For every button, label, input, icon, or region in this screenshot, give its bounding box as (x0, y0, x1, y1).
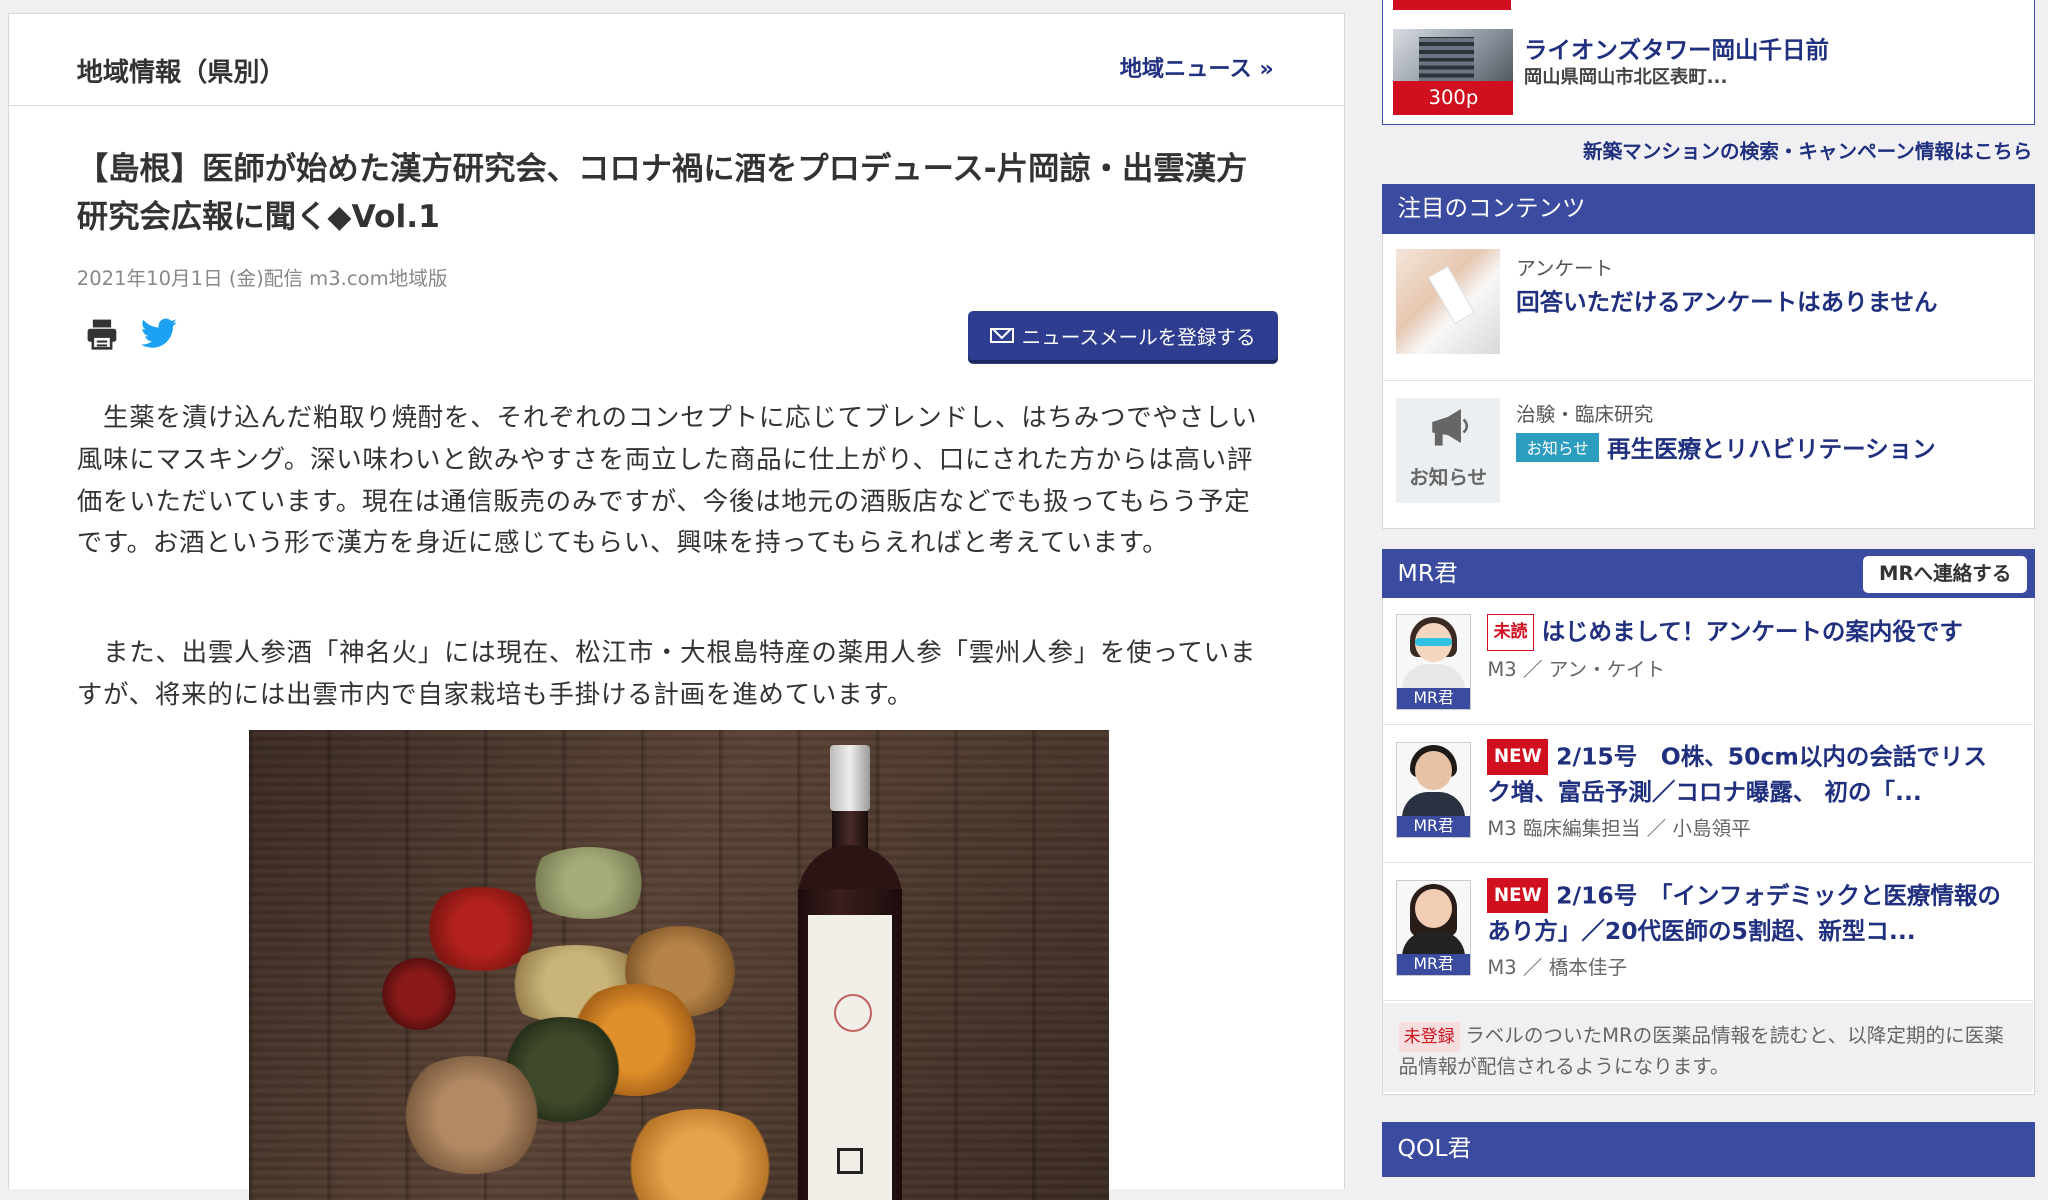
sake-bottle (797, 745, 903, 1200)
featured-header: 注目のコンテンツ (1381, 184, 2035, 234)
section-header: 地域情報（県別） 地域ニュース » (8, 14, 1345, 107)
article-panel: 地域情報（県別） 地域ニュース » 【島根】医師が始めた漢方研究会、コロナ禍に酒… (7, 13, 1346, 1200)
mr-heading: MR君 (1397, 558, 1458, 587)
newsmail-subscribe-button[interactable]: ニュースメールを登録する (967, 310, 1279, 361)
mr-item-author: M3 ／ 橋本佳子 (1487, 955, 1628, 979)
featured-title[interactable]: 回答いただけるアンケートはありません (1516, 283, 1937, 317)
regional-news-link[interactable]: 地域ニュース » (1120, 51, 1274, 83)
mansion-name[interactable]: ライオンズタワー岡山千日前 (1524, 31, 1829, 65)
featured-category: アンケート (1516, 257, 1614, 281)
article-title: 【島根】医師が始めた漢方研究会、コロナ禍に酒をプロデュース-片岡諒・出雲漢方研究… (76, 150, 1248, 235)
mr-item[interactable]: MR君 NEW 2/16号 「インフォデミックと医療情報のあり方」／20代医師の5… (1382, 862, 2034, 1002)
article-paragraph: 生薬を漬け込んだ粕取り焼酎を、それぞれのコンセプトに応じてブレンドし、はちみつで… (76, 403, 1258, 559)
mr-item-author: M3 ／ アン・ケイト (1487, 658, 1666, 682)
notice-thumbnail: お知らせ (1395, 398, 1501, 503)
mr-item[interactable]: MR君 NEW 2/15号 O株、50cm以内の会話でリスク増、富岳予測／コロナ曝… (1382, 724, 2034, 863)
megaphone-icon (1432, 408, 1469, 446)
new-badge: NEW (1487, 739, 1549, 775)
article-photo (249, 729, 1109, 1200)
unregistered-badge: 未登録 (1398, 1022, 1460, 1053)
share-toolbar (82, 314, 179, 353)
avatar: MR君 (1395, 880, 1472, 977)
envelope-icon (990, 327, 1014, 344)
twitter-icon[interactable] (139, 314, 178, 353)
mr-header: MR君 MRへ連絡する (1381, 548, 2035, 599)
survey-thumbnail (1395, 249, 1501, 354)
mr-contact-button[interactable]: MRへ連絡する (1863, 556, 2028, 593)
featured-category: 治験・臨床研究 (1516, 403, 1654, 427)
featured-item[interactable]: お知らせ 治験・臨床研究 お知らせ 再生医療とリハビリテーション (1383, 380, 2033, 526)
mr-item-author: M3 臨床編集担当 ／ 小島領平 (1487, 817, 1751, 841)
mansion-search-link[interactable]: 新築マンションの検索・キャンペーン情報はこちら (1583, 135, 2032, 164)
qol-header: QOL君 (1381, 1121, 2035, 1177)
featured-title[interactable]: 再生医療とリハビリテーション (1607, 435, 1936, 463)
mr-item-title[interactable]: 2/16号 「インフォデミックと医療情報のあり方」／20代医師の5割超、新型コ.… (1487, 881, 2000, 944)
mr-item-title[interactable]: はじめまして！アンケートの案内役です (1542, 617, 1963, 645)
mr-note: 未登録 ラベルのついたMRの医薬品情報を読むと、以降定期的に医薬品情報が配信される… (1382, 1003, 2034, 1092)
newsmail-label: ニュースメールを登録する (1021, 325, 1256, 349)
mansion-ad[interactable]: 300p ライオンズタワー岡山千日前 岡山県岡山市北区表町... (1381, 0, 2035, 126)
notice-badge: お知らせ (1516, 433, 1600, 462)
section-title: 地域情報（県別） (76, 57, 286, 88)
printer-icon[interactable] (82, 314, 121, 353)
mr-item[interactable]: MR君 未読 はじめまして！アンケートの案内役です M3 ／ アン・ケイト (1382, 598, 2034, 725)
avatar: MR君 (1395, 741, 1472, 838)
article-meta: 2021年10月1日 (金)配信 m3.com地域版 (76, 267, 448, 291)
notice-thumb-label: お知らせ (1409, 466, 1488, 490)
article-paragraph: また、出雲人参酒「神名火」には現在、松江市・大根島特産の薬用人参「雲州人参」を使… (76, 638, 1257, 710)
avatar: MR君 (1395, 613, 1472, 710)
mr-note-text: ラベルのついたMRの医薬品情報を読むと、以降定期的に医薬品情報が配信されるように… (1398, 1024, 2004, 1079)
featured-item[interactable]: アンケート 回答いただけるアンケートはありません (1382, 234, 2034, 382)
unread-badge: 未読 (1487, 613, 1534, 652)
points-badge: 300p (1393, 80, 1514, 115)
mr-item-title[interactable]: 2/15号 O株、50cm以内の会話でリスク増、富岳予測／コロナ曝露、 初の「.… (1487, 743, 1987, 806)
mansion-address: 岡山県岡山市北区表町... (1523, 66, 1728, 88)
new-badge: NEW (1487, 877, 1549, 913)
featured-panel: アンケート 回答いただけるアンケートはありません お知らせ 治験・臨床研究 お知… (1381, 233, 2035, 529)
mr-panel: MR君 未読 はじめまして！アンケートの案内役です M3 ／ アン・ケイト MR君… (1381, 598, 2035, 1095)
